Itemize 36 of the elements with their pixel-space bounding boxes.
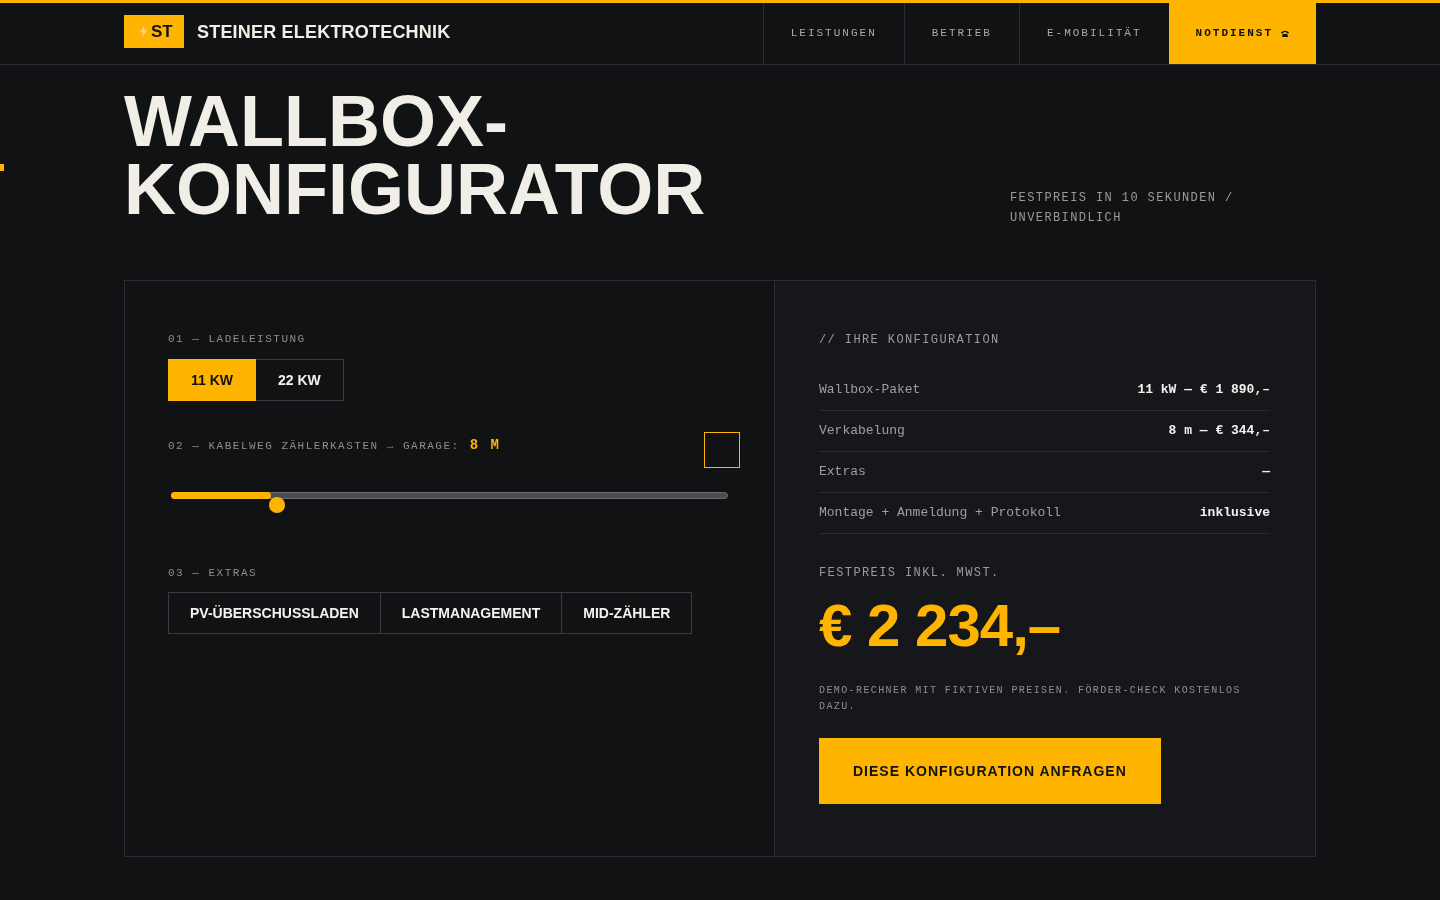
nav-link[interactable]: E-MOBILITÄT bbox=[1018, 3, 1169, 64]
nav-link[interactable]: LEISTUNGEN bbox=[762, 3, 904, 64]
section-label: 02 — KABELWEG ZÄHLERKASTEN → GARAGE: bbox=[168, 439, 460, 454]
summary-value: — bbox=[1262, 464, 1270, 480]
power-option[interactable]: 22 KW bbox=[255, 359, 344, 401]
total-price: € 2 234,– bbox=[819, 596, 1062, 656]
logo-badge[interactable]: ST bbox=[124, 15, 184, 48]
price-label: FESTPREIS INKL. MWST. bbox=[819, 565, 1001, 581]
summary-label: Verkabelung bbox=[819, 423, 905, 439]
slider-thumb[interactable] bbox=[269, 497, 285, 513]
summary-value: 11 kW — € 1 890,– bbox=[1137, 382, 1270, 398]
brand-name: STEINER ELEKTROTECHNIK bbox=[197, 20, 451, 43]
page-title: WALLBOX-KONFIGURATOR bbox=[124, 87, 707, 223]
logo-text: ST bbox=[151, 21, 173, 42]
summary-label: Wallbox-Paket bbox=[819, 382, 921, 398]
summary-label: Extras bbox=[819, 464, 866, 480]
summary-value: inklusive bbox=[1199, 505, 1270, 521]
emergency-link[interactable]: NOTDIENST bbox=[1168, 3, 1316, 64]
power-option[interactable]: 11 KW bbox=[168, 359, 256, 401]
summary-value: 8 m — € 344,– bbox=[1168, 423, 1270, 439]
disclaimer-text: DEMO-RECHNER MIT FIKTIVEN PREISEN. FÖRDER-CHECK KOSTENLOS DAZU. bbox=[819, 683, 1242, 714]
summary-label: Montage + Anmeldung + Protokoll bbox=[819, 505, 1061, 521]
bolt-icon bbox=[140, 25, 147, 38]
section-label: 01 — LADELEISTUNG bbox=[168, 332, 307, 347]
outline-square-icon bbox=[704, 432, 740, 468]
cable-length-value: 8 M bbox=[469, 437, 501, 453]
extra-option[interactable]: PV-ÜBERSCHUSSLADEN bbox=[168, 592, 381, 634]
summary-heading: // IHRE KONFIGURATION bbox=[819, 332, 1001, 348]
nav-link[interactable]: BETRIEB bbox=[903, 3, 1019, 64]
phone-icon bbox=[1281, 30, 1289, 37]
page-subtitle: FESTPREIS IN 10 SEKUNDEN / UNVERBINDLICH bbox=[1010, 190, 1235, 227]
section-label: 03 — EXTRAS bbox=[168, 566, 259, 581]
extra-option[interactable]: MID-ZÄHLER bbox=[561, 592, 693, 634]
extra-option[interactable]: LASTMANAGEMENT bbox=[379, 592, 563, 634]
edge-tick-icon bbox=[0, 164, 4, 171]
request-button[interactable]: DIESE KONFIGURATION ANFRAGEN bbox=[819, 738, 1161, 804]
